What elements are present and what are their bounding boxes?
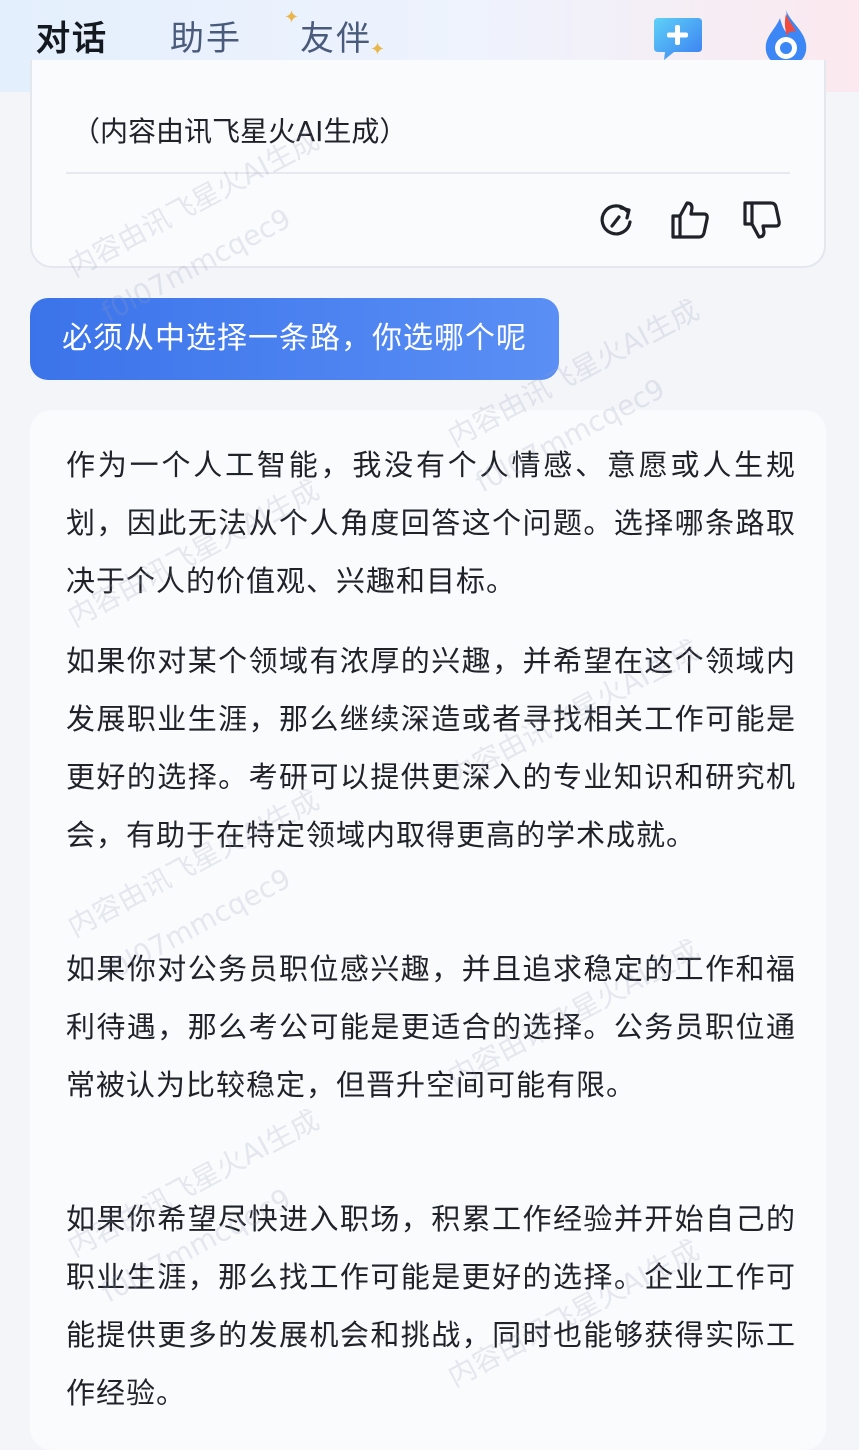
answer-paragraph: 如果你对某个领域有浓厚的兴趣，并希望在这个领域内发展职业生涯，那么继续深造或者寻… [66,644,796,852]
tab-partner[interactable]: 友伴 [300,14,372,64]
regenerate-icon[interactable] [594,198,638,242]
sparkle-icon: ✦ [370,39,386,60]
thumbs-down-icon[interactable] [740,198,784,242]
answer-paragraph: 如果你对公务员职位感兴趣，并且追求稳定的工作和福利待遇，那么考公可能是更适合的选… [66,952,796,1102]
sparkle-icon: ✦ [284,7,300,28]
spark-logo-icon[interactable] [760,8,812,68]
tab-chat[interactable]: 对话 [36,14,108,64]
new-chat-icon[interactable] [652,14,704,62]
answer-paragraph: 作为一个人工智能，我没有个人情感、意愿或人生规划，因此无法从个人角度回答这个问题… [66,448,796,598]
ai-generated-disclaimer: （内容由讯飞星火AI生成） [72,115,408,148]
thumbs-up-icon[interactable] [668,198,712,242]
user-message-bubble[interactable]: 必须从中选择一条路，你选哪个呢 [30,298,559,380]
tab-assistant[interactable]: 助手 [170,14,242,64]
answer-paragraph: 如果你希望尽快进入职场，积累工作经验并开始自己的职业生涯，那么找工作可能是更好的… [66,1202,796,1410]
card-divider [66,172,790,174]
